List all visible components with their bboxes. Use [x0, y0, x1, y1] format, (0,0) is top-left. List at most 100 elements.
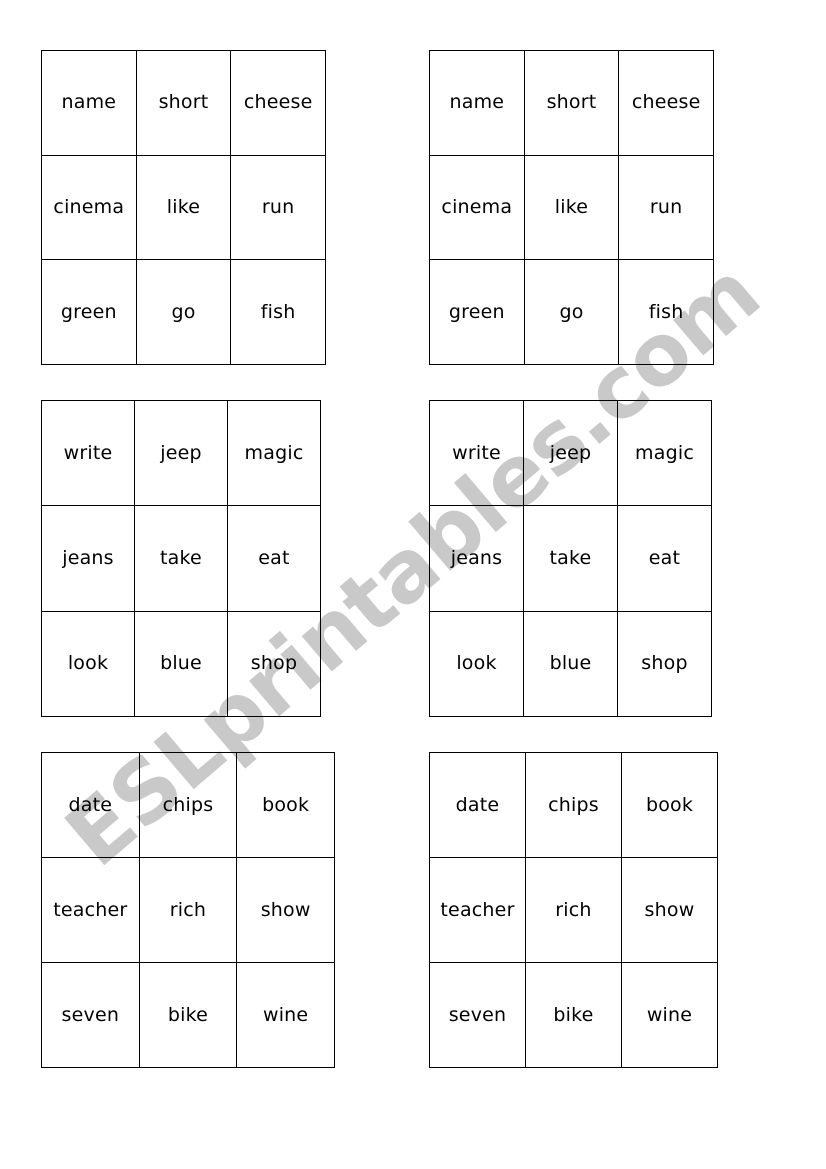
bingo-cell-word: run [261, 196, 295, 219]
bingo-cell[interactable]: bike [526, 963, 622, 1068]
bingo-cell[interactable]: take [135, 506, 228, 612]
bingo-cell-word: like [166, 196, 201, 219]
bingo-cell[interactable]: look [42, 611, 135, 717]
bingo-cell[interactable]: write [430, 401, 524, 507]
bingo-cell[interactable]: cheese [619, 51, 714, 156]
bingo-cell[interactable]: take [524, 506, 618, 612]
bingo-cell[interactable]: name [42, 51, 137, 156]
bingo-cell-word: book [645, 793, 694, 816]
bingo-cell[interactable]: go [136, 260, 232, 365]
bingo-cell[interactable]: look [430, 611, 524, 717]
bingo-cell[interactable]: short [136, 51, 232, 156]
worksheet-page: ESLprintables.com name short cheese cinema l… [0, 0, 826, 1169]
bingo-cell[interactable]: rich [139, 858, 238, 963]
bingo-cell[interactable]: jeep [524, 401, 618, 507]
bingo-cell-word: like [554, 196, 589, 219]
bingo-cell-word: book [262, 793, 310, 816]
bingo-cell[interactable]: magic [228, 401, 321, 507]
card-bottom-right: date chips book teacher rich show seven bike win… [429, 752, 718, 1068]
bingo-cell-word: blue [160, 652, 202, 675]
bingo-cell[interactable]: fish [619, 260, 714, 365]
bingo-cell-word: eat [648, 547, 681, 570]
bingo-cell-word: name [61, 91, 117, 114]
bingo-cell[interactable]: blue [135, 611, 228, 717]
card-bottom-left: date chips book teacher rich show seven bike win… [41, 752, 335, 1068]
bingo-cell-word: show [644, 898, 695, 921]
bingo-cell[interactable]: jeans [42, 506, 135, 612]
bingo-cell[interactable]: seven [430, 963, 526, 1068]
bingo-cell-word: chips [548, 793, 599, 816]
bingo-cell-word: shop [250, 652, 298, 675]
bingo-cell-word: eat [258, 547, 290, 570]
bingo-cell-word: wine [262, 1003, 309, 1026]
bingo-cell-word: jeep [549, 441, 592, 464]
bingo-cell-word: chips [162, 793, 214, 816]
bingo-cell[interactable]: go [524, 260, 620, 365]
bingo-cell-word: take [160, 547, 202, 570]
bingo-cell[interactable]: book [237, 753, 335, 858]
bingo-cell-word: go [559, 300, 584, 323]
bingo-cell-word: seven [61, 1003, 120, 1026]
bingo-cell-word: seven [448, 1003, 507, 1026]
bingo-cell[interactable]: eat [618, 506, 712, 612]
bingo-cell[interactable]: jeep [135, 401, 228, 507]
bingo-cell[interactable]: wine [237, 963, 335, 1068]
bingo-cell-word: bike [167, 1003, 209, 1026]
bingo-cell-word: jeans [62, 547, 114, 570]
bingo-cell-word: rich [555, 898, 592, 921]
bingo-cell[interactable]: chips [139, 753, 238, 858]
bingo-cell[interactable]: seven [42, 963, 140, 1068]
bingo-cell[interactable]: eat [228, 506, 321, 612]
card-top-left: name short cheese cinema like run green go fish [41, 50, 326, 365]
bingo-cell[interactable]: fish [231, 260, 326, 365]
bingo-cell-word: date [68, 793, 113, 816]
bingo-cell[interactable]: shop [618, 611, 712, 717]
bingo-cell[interactable]: date [430, 753, 526, 858]
card-top-right: name short cheese cinema like run green go fish [429, 50, 714, 365]
bingo-cell-word: rich [169, 898, 207, 921]
bingo-cell[interactable]: write [42, 401, 135, 507]
bingo-cell[interactable]: magic [618, 401, 712, 507]
bingo-cell[interactable]: rich [526, 858, 622, 963]
bingo-cell-word: cheese [243, 91, 313, 114]
bingo-cell[interactable]: run [619, 155, 714, 261]
bingo-cell-word: shop [641, 652, 688, 675]
bingo-cell[interactable]: cinema [430, 155, 525, 261]
bingo-cell[interactable]: show [622, 858, 718, 963]
bingo-cell-word: short [158, 91, 209, 114]
bingo-cell[interactable]: wine [622, 963, 718, 1068]
bingo-cell[interactable]: teacher [42, 858, 140, 963]
bingo-cell[interactable]: jeans [430, 506, 524, 612]
bingo-cell[interactable]: green [42, 260, 137, 365]
bingo-cell-word: cinema [53, 196, 125, 219]
bingo-cell-word: write [452, 441, 501, 464]
bingo-cell-word: blue [549, 652, 592, 675]
bingo-cell[interactable]: chips [526, 753, 622, 858]
bingo-cell[interactable]: bike [139, 963, 238, 1068]
bingo-cell-word: magic [244, 441, 304, 464]
bingo-cell[interactable]: book [622, 753, 718, 858]
bingo-cell[interactable]: date [42, 753, 140, 858]
bingo-cell[interactable]: like [136, 155, 232, 261]
bingo-cell[interactable]: cheese [231, 51, 326, 156]
bingo-cell[interactable]: show [237, 858, 335, 963]
bingo-cell-word: wine [646, 1003, 693, 1026]
bingo-cell-word: run [649, 196, 683, 219]
bingo-cell[interactable]: shop [228, 611, 321, 717]
bingo-cell[interactable]: blue [524, 611, 618, 717]
bingo-cell-word: bike [553, 1003, 594, 1026]
bingo-cell[interactable]: teacher [430, 858, 526, 963]
bingo-cell-word: cheese [631, 91, 701, 114]
bingo-cell[interactable]: name [430, 51, 525, 156]
bingo-cell-word: jeep [160, 441, 202, 464]
bingo-cell[interactable]: short [524, 51, 620, 156]
bingo-cell-word: fish [648, 300, 684, 323]
bingo-cell-word: fish [260, 300, 296, 323]
bingo-cell-word: cinema [441, 196, 513, 219]
bingo-cell[interactable]: cinema [42, 155, 137, 261]
bingo-cell[interactable]: run [231, 155, 326, 261]
bingo-cell-word: take [549, 547, 592, 570]
bingo-cell[interactable]: green [430, 260, 525, 365]
bingo-cell[interactable]: like [524, 155, 620, 261]
bingo-cell-word: look [456, 652, 497, 675]
